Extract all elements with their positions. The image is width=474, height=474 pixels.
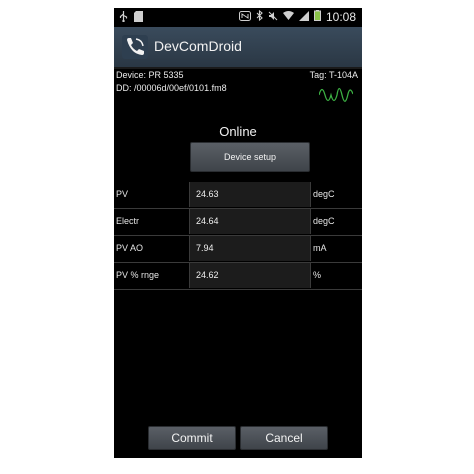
app-logo-icon[interactable] <box>122 35 148 59</box>
device-setup-button[interactable]: Device setup <box>190 142 310 172</box>
commit-button[interactable]: Commit <box>148 426 236 450</box>
table-row: PV AO 7.94 mA <box>114 236 362 263</box>
app-title: DevComDroid <box>154 38 242 54</box>
value-field[interactable]: 24.62 <box>189 263 311 288</box>
bluetooth-icon <box>256 9 263 24</box>
row-label: Electr <box>116 216 140 226</box>
connection-status: Online <box>219 124 257 139</box>
mute-icon <box>268 11 278 24</box>
row-unit: degC <box>313 189 335 199</box>
value-field[interactable]: 24.64 <box>189 209 311 234</box>
row-value: 24.62 <box>196 270 219 280</box>
cancel-button[interactable]: Cancel <box>240 426 328 450</box>
signal-icon <box>298 10 309 24</box>
row-value: 7.94 <box>196 243 214 253</box>
value-field[interactable]: 24.63 <box>189 182 311 207</box>
value-field[interactable]: 7.94 <box>189 236 311 261</box>
row-unit: % <box>313 270 322 280</box>
usb-icon <box>119 11 128 25</box>
table-row: Electr 24.64 degC <box>114 209 362 236</box>
wifi-icon <box>282 10 294 24</box>
row-label: PV % rnge <box>116 270 160 280</box>
device-name: Device: PR 5335 <box>116 70 184 80</box>
row-unit: mA <box>313 243 327 253</box>
row-label: PV AO <box>116 243 144 253</box>
signal-wave-icon <box>319 87 353 102</box>
row-label: PV <box>116 189 129 199</box>
battery-icon <box>313 10 321 24</box>
nfc-icon <box>238 10 251 24</box>
sd-card-icon <box>134 11 143 25</box>
status-bar: 10:08 <box>114 8 362 27</box>
row-unit: degC <box>313 216 335 226</box>
row-value: 24.63 <box>196 189 219 199</box>
clock: 10:08 <box>325 10 356 24</box>
table-row: PV 24.63 degC <box>114 182 362 209</box>
table-row: PV % rnge 24.62 % <box>114 263 362 290</box>
row-value: 24.64 <box>196 216 219 226</box>
phone-screen: 10:08 DevComDroid Device: PR 5335 DD: /0… <box>114 8 362 458</box>
app-header: DevComDroid <box>114 27 362 69</box>
dd-path: DD: /00006d/00ef/0101.fm8 <box>116 83 227 93</box>
device-tag: Tag: T-104A <box>309 70 358 80</box>
